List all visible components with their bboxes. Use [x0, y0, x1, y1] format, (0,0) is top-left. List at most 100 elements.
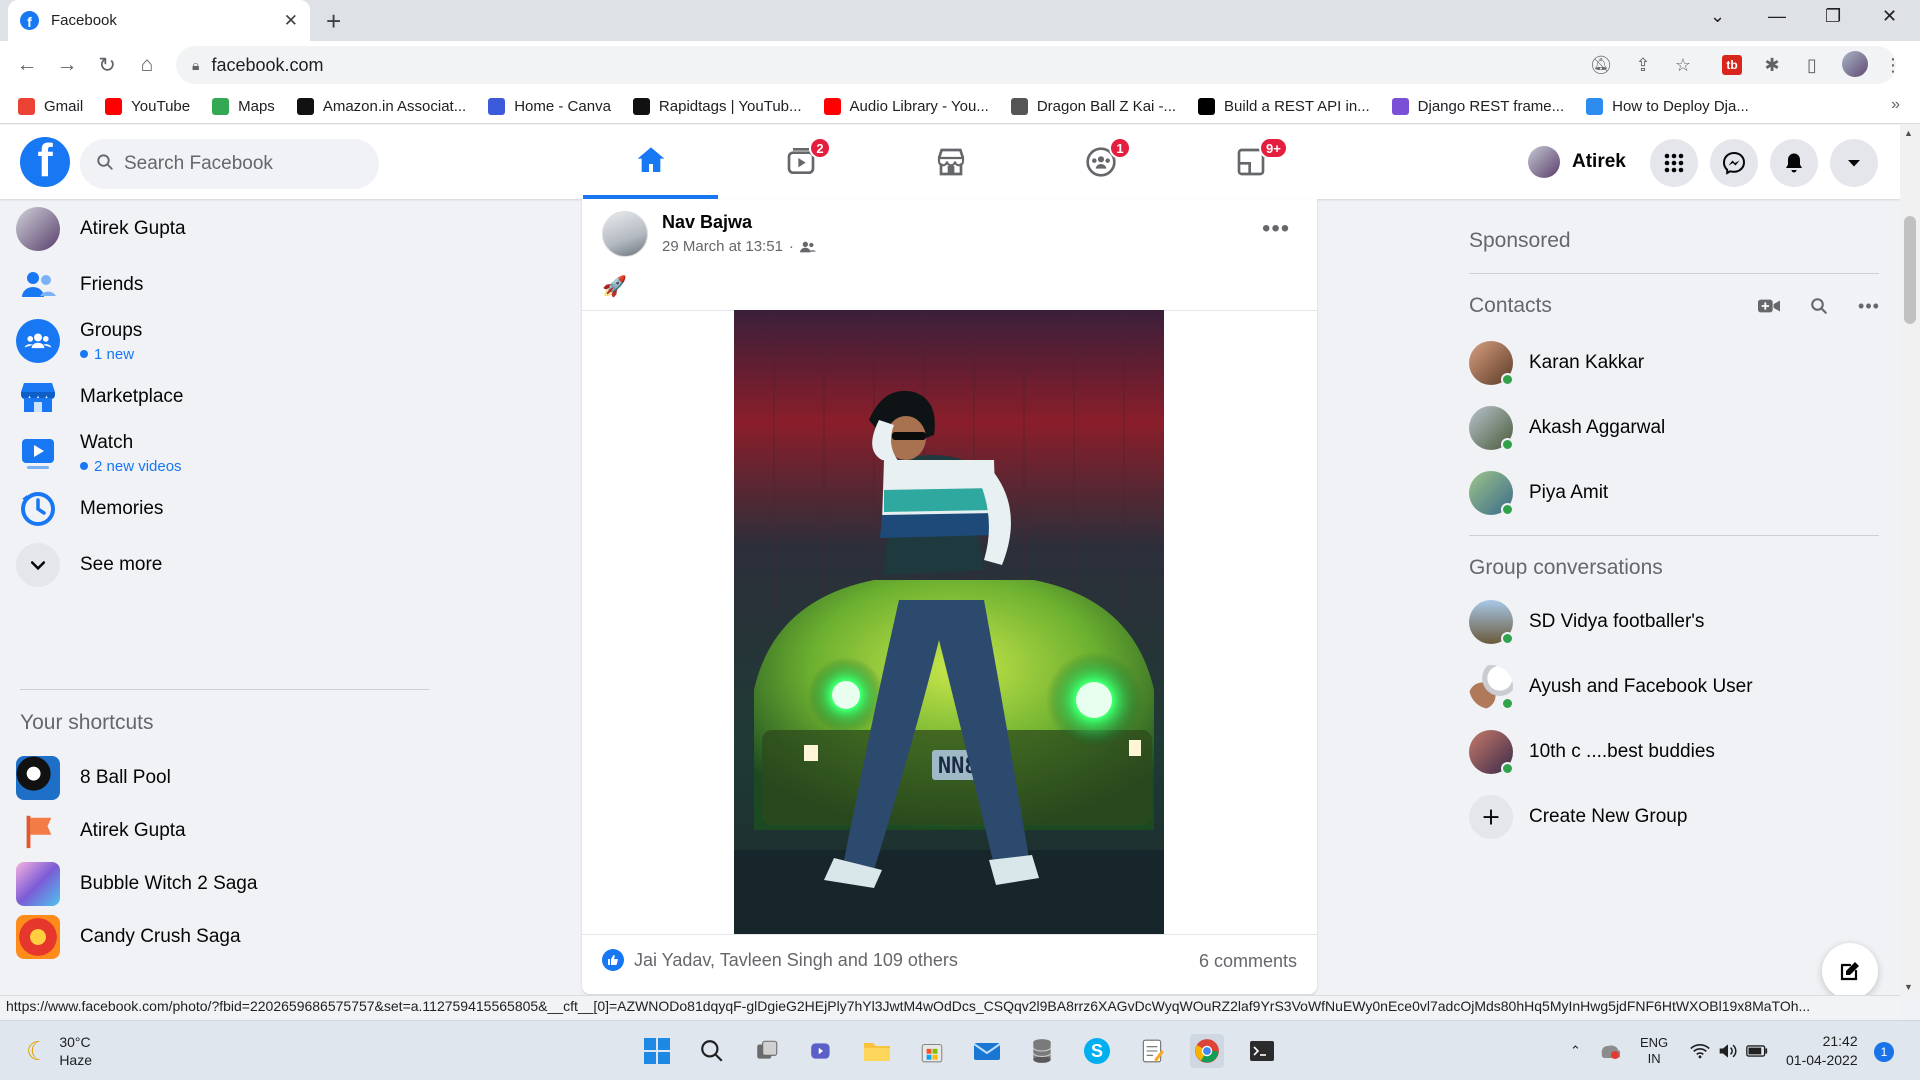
wifi-icon[interactable] — [1690, 1021, 1710, 1080]
more-bookmarks-icon[interactable]: » — [1891, 96, 1900, 114]
notification-badge[interactable]: 1 — [1874, 1042, 1894, 1062]
notifications-button[interactable] — [1770, 139, 1818, 187]
menu-button[interactable] — [1650, 139, 1698, 187]
bookmark-item[interactable]: Build a REST API in... — [1198, 97, 1370, 115]
scrollbar-thumb[interactable] — [1904, 216, 1916, 324]
search-contacts-icon[interactable] — [1801, 288, 1837, 324]
search-input[interactable] — [124, 153, 344, 175]
bookmark-item[interactable]: Amazon.in Associat... — [296, 97, 466, 115]
sidebar-item-marketplace[interactable]: Marketplace — [16, 369, 426, 425]
back-icon[interactable]: ← — [12, 50, 42, 80]
microsoft-store-icon[interactable] — [915, 1034, 949, 1068]
bookmark-item[interactable]: Home - Canva — [488, 97, 611, 115]
start-icon[interactable] — [640, 1034, 674, 1068]
system-clock[interactable]: 21:42 01-04-2022 — [1786, 1032, 1858, 1070]
lock-icon[interactable]: 🔒︎ — [192, 57, 199, 74]
show-hidden-icons[interactable]: ⌃ — [1570, 1021, 1581, 1080]
bookmark-item[interactable]: YouTube — [105, 97, 190, 115]
forward-icon[interactable]: → — [52, 50, 82, 80]
scroll-down-icon[interactable]: ▼ — [1904, 982, 1913, 992]
reactions-summary[interactable]: Jai Yadav, Tavleen Singh and 109 others — [602, 949, 958, 971]
group-conversation-item[interactable]: SD Vidya footballer's — [1469, 594, 1879, 650]
database-icon[interactable] — [1025, 1034, 1059, 1068]
bookmark-item[interactable]: Maps — [212, 97, 275, 115]
language-indicator[interactable]: ENG IN — [1640, 1021, 1668, 1080]
skype-icon[interactable]: S — [1080, 1034, 1114, 1068]
sidebar-item-watch[interactable]: Watch 2 new videos — [16, 425, 426, 481]
volume-icon[interactable] — [1718, 1021, 1738, 1080]
shortcut-8-ball-pool[interactable]: 8 Ball Pool — [16, 750, 426, 806]
bookmark-star-icon[interactable]: ☆ — [1668, 50, 1698, 80]
create-group-button[interactable]: Create New Group — [1469, 789, 1879, 845]
nav-marketplace-tab[interactable] — [883, 125, 1018, 199]
bookmark-item[interactable]: Gmail — [18, 97, 83, 115]
chrome-icon[interactable] — [1190, 1034, 1224, 1068]
minimize-button[interactable]: — — [1768, 6, 1786, 27]
tubebuddy-extension-icon[interactable]: tb — [1722, 55, 1742, 75]
group-conversation-item[interactable]: 10th c ....best buddies — [1469, 724, 1879, 780]
close-window-button[interactable]: ✕ — [1882, 6, 1897, 27]
nav-gaming-tab[interactable]: 9+ — [1183, 125, 1318, 199]
share-icon[interactable]: ⇪ — [1628, 50, 1658, 80]
profile-shortcut[interactable]: Atirek — [1524, 142, 1638, 182]
sidebar-item-profile[interactable]: Atirek Gupta — [16, 201, 426, 257]
browser-menu-icon[interactable]: ⋮ — [1878, 50, 1908, 80]
bookmark-item[interactable]: Audio Library - You... — [823, 97, 989, 115]
post-author[interactable]: Nav Bajwa — [662, 212, 752, 233]
sidebar-item-friends[interactable]: Friends — [16, 257, 426, 313]
home-icon[interactable]: ⌂ — [132, 50, 162, 80]
bookmark-item[interactable]: Dragon Ball Z Kai -... — [1010, 97, 1176, 115]
browser-tab-facebook[interactable]: f Facebook ✕ — [8, 0, 310, 41]
search-box[interactable] — [80, 139, 379, 189]
sidebar-item-groups[interactable]: Groups 1 new — [16, 313, 426, 369]
shortcut-candy-crush[interactable]: Candy Crush Saga — [16, 909, 426, 965]
comments-count[interactable]: 6 comments — [1199, 951, 1297, 972]
side-panel-icon[interactable]: ▯ — [1797, 50, 1827, 80]
weather-widget[interactable]: ☾ 30°C Haze — [26, 1033, 92, 1069]
bookmark-item[interactable]: Django REST frame... — [1391, 97, 1564, 115]
shortcut-atirek-gupta[interactable]: Atirek Gupta — [16, 803, 426, 859]
friends-icon[interactable] — [799, 240, 816, 254]
notifications-blocked-icon[interactable]: 🔕︎ — [1586, 50, 1616, 80]
avatar[interactable] — [602, 211, 648, 257]
bookmark-item[interactable]: How to Deploy Dja... — [1586, 97, 1749, 115]
contact-item[interactable]: Akash Aggarwal — [1469, 400, 1879, 456]
mail-icon[interactable] — [970, 1034, 1004, 1068]
antivirus-icon[interactable] — [1600, 1021, 1620, 1080]
search-icon[interactable] — [695, 1034, 729, 1068]
facebook-logo-icon[interactable]: f — [20, 137, 70, 187]
contacts-options-icon[interactable]: ••• — [1851, 288, 1887, 324]
contact-item[interactable]: Karan Kakkar — [1469, 335, 1879, 391]
bookmark-item[interactable]: Rapidtags | YouTub... — [632, 97, 802, 115]
sidebar-item-see-more[interactable]: See more — [16, 537, 426, 593]
nav-groups-tab[interactable]: 1 — [1033, 125, 1168, 199]
task-view-icon[interactable] — [750, 1034, 784, 1068]
close-tab-icon[interactable]: ✕ — [284, 11, 298, 31]
tab-search-icon[interactable]: ⌄ — [1710, 6, 1725, 27]
browser-profile-avatar[interactable] — [1842, 51, 1868, 77]
notepad-icon[interactable] — [1135, 1034, 1169, 1068]
extensions-icon[interactable]: ✱ — [1757, 50, 1787, 80]
sidebar-item-memories[interactable]: Memories — [16, 481, 426, 537]
file-explorer-icon[interactable] — [860, 1034, 894, 1068]
nav-home-tab[interactable] — [583, 125, 718, 199]
new-message-button[interactable] — [1822, 943, 1878, 999]
group-conversation-item[interactable]: Ayush and Facebook User — [1469, 659, 1879, 715]
new-tab-button[interactable]: + — [326, 6, 341, 37]
post-photo[interactable]: NN810 — [734, 310, 1164, 934]
battery-icon[interactable] — [1746, 1021, 1768, 1080]
terminal-icon[interactable] — [1245, 1034, 1279, 1068]
post-time[interactable]: 29 March at 13:51 — [662, 238, 783, 255]
online-status-icon — [1501, 632, 1514, 645]
account-button[interactable] — [1830, 139, 1878, 187]
teams-chat-icon[interactable] — [805, 1034, 839, 1068]
reload-icon[interactable]: ↻ — [92, 50, 122, 80]
contact-item[interactable]: Piya Amit — [1469, 465, 1879, 521]
messenger-button[interactable] — [1710, 139, 1758, 187]
new-room-video-icon[interactable] — [1751, 288, 1787, 324]
nav-watch-tab[interactable]: 2 — [733, 125, 868, 199]
restore-button[interactable]: ❐ — [1825, 6, 1841, 27]
shortcut-bubble-witch[interactable]: Bubble Witch 2 Saga — [16, 856, 426, 912]
post-options-icon[interactable]: ••• — [1262, 215, 1290, 243]
scroll-up-icon[interactable]: ▲ — [1904, 128, 1913, 138]
